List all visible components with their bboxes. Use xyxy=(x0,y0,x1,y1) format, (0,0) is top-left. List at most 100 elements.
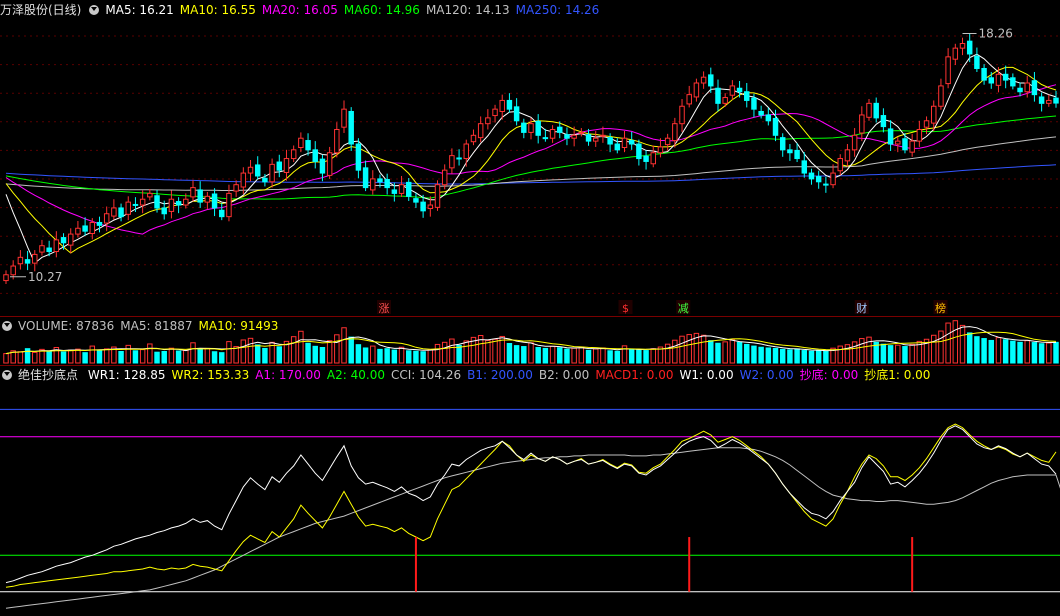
volume-bar xyxy=(362,347,369,364)
candle-body xyxy=(139,198,146,206)
indicator-label: B2: 0.00 xyxy=(538,368,590,382)
candle-body xyxy=(377,178,383,183)
volume-bar xyxy=(938,330,944,364)
wr1-line xyxy=(5,425,1057,584)
volume-bar xyxy=(298,330,304,364)
volume-bar xyxy=(988,339,995,364)
candle-body xyxy=(17,256,24,265)
candle-body xyxy=(406,181,412,197)
candle-body xyxy=(499,99,505,112)
volume-bar xyxy=(708,340,714,364)
volume-bar xyxy=(578,346,585,364)
volume-bar xyxy=(456,344,462,364)
volume-bar xyxy=(679,335,685,364)
candle-body xyxy=(772,117,779,136)
volume-bar xyxy=(420,351,426,364)
volume-bar xyxy=(1002,339,1009,364)
volume-bar xyxy=(312,345,318,364)
volume-bar xyxy=(147,343,153,364)
candle-body xyxy=(1038,96,1045,104)
indicator-label: CCI: 104.26 xyxy=(390,368,462,382)
candle-body xyxy=(672,123,678,142)
candle-body xyxy=(175,201,182,206)
candle-body xyxy=(643,155,649,162)
indicator-label: A2: 40.00 xyxy=(326,368,385,382)
volume-bar xyxy=(859,338,865,364)
indicator-label: W1: 0.00 xyxy=(679,368,734,382)
volume-bar xyxy=(240,339,247,364)
candle-body xyxy=(974,55,980,69)
candle-body xyxy=(39,245,45,253)
candle-body xyxy=(528,123,534,133)
volume-bar xyxy=(851,341,858,364)
volume-bar xyxy=(686,334,692,364)
volume-label: MA10: 91493 xyxy=(198,319,279,333)
candle-body xyxy=(736,87,743,93)
volume-bar xyxy=(262,347,268,364)
volume-bar xyxy=(175,350,182,364)
volume-bar xyxy=(765,347,772,364)
candle-body xyxy=(168,198,175,212)
candle-body xyxy=(909,140,915,153)
volume-bar xyxy=(931,334,937,364)
candle-body xyxy=(657,146,664,154)
dropdown-icon[interactable] xyxy=(2,321,12,331)
volume-bar xyxy=(729,339,736,364)
indicator-label: MACD1: 0.00 xyxy=(595,368,674,382)
volume-bar xyxy=(902,346,908,364)
candle-body xyxy=(686,94,692,105)
event-marker: 涨 xyxy=(379,302,390,315)
candle-body xyxy=(765,114,772,122)
candle-body xyxy=(427,204,434,210)
candle-body xyxy=(557,126,563,133)
candle-body xyxy=(125,201,131,215)
indicator-label: WR1: 128.85 xyxy=(87,368,166,382)
candle-body xyxy=(1002,73,1009,81)
candle-body xyxy=(902,138,908,151)
candle-body xyxy=(1010,77,1016,87)
volume-bar xyxy=(183,349,189,364)
volume-bar xyxy=(600,347,606,364)
candle-body xyxy=(219,209,225,218)
candle-body xyxy=(801,160,808,174)
candle-body xyxy=(82,225,88,232)
candle-body xyxy=(592,137,599,142)
volume-bar xyxy=(211,351,218,364)
candle-body xyxy=(326,152,333,176)
candle-body xyxy=(607,137,613,145)
candle-body xyxy=(147,192,153,198)
volume-bar xyxy=(564,348,570,364)
candle-body xyxy=(513,106,520,122)
candle-body xyxy=(103,213,110,224)
volume-bar xyxy=(966,332,973,364)
candle-body xyxy=(53,239,60,253)
candle-body xyxy=(283,158,290,173)
volume-bar xyxy=(398,346,405,364)
candle-body xyxy=(988,77,995,84)
volume-bar xyxy=(837,345,843,364)
candle-body xyxy=(1024,82,1030,93)
candle-body xyxy=(952,47,959,60)
volume-bar xyxy=(592,348,599,364)
candle-body xyxy=(923,120,930,128)
indicator-title: 绝佳抄底点 xyxy=(18,368,79,382)
candle-body xyxy=(564,134,570,139)
volume-bar xyxy=(823,350,829,364)
indicator-label: W2: 0.00 xyxy=(739,368,794,382)
candle-body xyxy=(341,108,347,128)
volume-bar xyxy=(758,346,764,364)
candle-body xyxy=(154,195,160,209)
volume-bar xyxy=(46,350,52,364)
candle-body xyxy=(190,187,196,198)
volume-bar xyxy=(808,350,815,364)
candle-body xyxy=(247,166,254,174)
candle-body xyxy=(470,134,477,143)
volume-label: MA5: 81887 xyxy=(120,319,193,333)
event-marker: 榜 xyxy=(935,301,946,315)
candle-body xyxy=(290,149,297,160)
indicator-label: A1: 170.00 xyxy=(255,368,321,382)
volume-bar xyxy=(204,347,211,364)
candle-body xyxy=(931,105,937,124)
volume-bar xyxy=(219,352,225,364)
dropdown-icon[interactable] xyxy=(2,370,12,380)
